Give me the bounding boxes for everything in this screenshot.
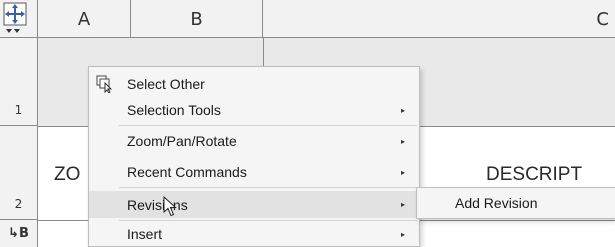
menu-item-label: Insert xyxy=(127,226,163,242)
select-other-icon xyxy=(96,75,113,93)
row-header-label: ↳B xyxy=(8,226,29,241)
menu-item-select-other[interactable]: Select Other xyxy=(89,72,419,96)
row-header-b[interactable]: ↳B xyxy=(0,220,38,247)
chevron-right-icon: ▸ xyxy=(400,167,405,177)
column-header-label: B xyxy=(190,8,203,30)
menu-separator xyxy=(119,187,417,188)
cell-text: ZO xyxy=(54,164,81,185)
menu-item-label: Recent Commands xyxy=(127,164,247,180)
grid-corner[interactable] xyxy=(0,0,38,38)
menu-item-label: Zoom/Pan/Rotate xyxy=(127,133,237,149)
chevron-right-icon: ▸ xyxy=(400,105,405,115)
column-header-c[interactable]: C xyxy=(263,0,615,38)
menu-item-zoom-pan-rotate[interactable]: Zoom/Pan/Rotate ▸ xyxy=(89,129,419,153)
menu-item-label: Select Other xyxy=(127,76,205,92)
row-header-label: 1 xyxy=(14,103,23,117)
column-header-b[interactable]: B xyxy=(131,0,263,38)
context-menu: Select Other Selection Tools ▸ Zoom/Pan/… xyxy=(88,66,420,247)
column-header-label: C xyxy=(596,8,609,30)
cell-c2[interactable]: DESCRIPT xyxy=(486,164,582,186)
menu-item-label: Selection Tools xyxy=(127,102,221,118)
column-header-label: A xyxy=(77,8,91,30)
chevron-right-icon: ▸ xyxy=(400,200,405,209)
cell-a2[interactable]: ZO xyxy=(54,164,80,186)
menu-item-revisions[interactable]: Revisions ▸ xyxy=(89,191,419,218)
chevron-right-icon: ▸ xyxy=(400,229,405,239)
menu-item-selection-tools[interactable]: Selection Tools ▸ xyxy=(89,98,419,122)
column-header-a[interactable]: A xyxy=(38,0,131,38)
row-header-1[interactable]: 1 xyxy=(0,38,38,126)
menu-item-recent-commands[interactable]: Recent Commands ▸ xyxy=(89,160,419,184)
chevron-right-icon: ▸ xyxy=(400,136,405,146)
submenu-item-add-revision[interactable]: Add Revision xyxy=(455,195,538,211)
menu-separator xyxy=(119,125,417,126)
menu-item-insert[interactable]: Insert ▸ xyxy=(89,222,419,246)
row-header-label: 2 xyxy=(14,197,23,211)
revisions-submenu: Add Revision xyxy=(416,187,615,219)
move-handle-icon[interactable] xyxy=(0,0,38,38)
mouse-pointer-icon xyxy=(163,196,177,217)
menu-separator xyxy=(119,220,417,221)
row-header-2[interactable]: 2 xyxy=(0,126,38,220)
cell-text: DESCRIPT xyxy=(486,164,583,185)
